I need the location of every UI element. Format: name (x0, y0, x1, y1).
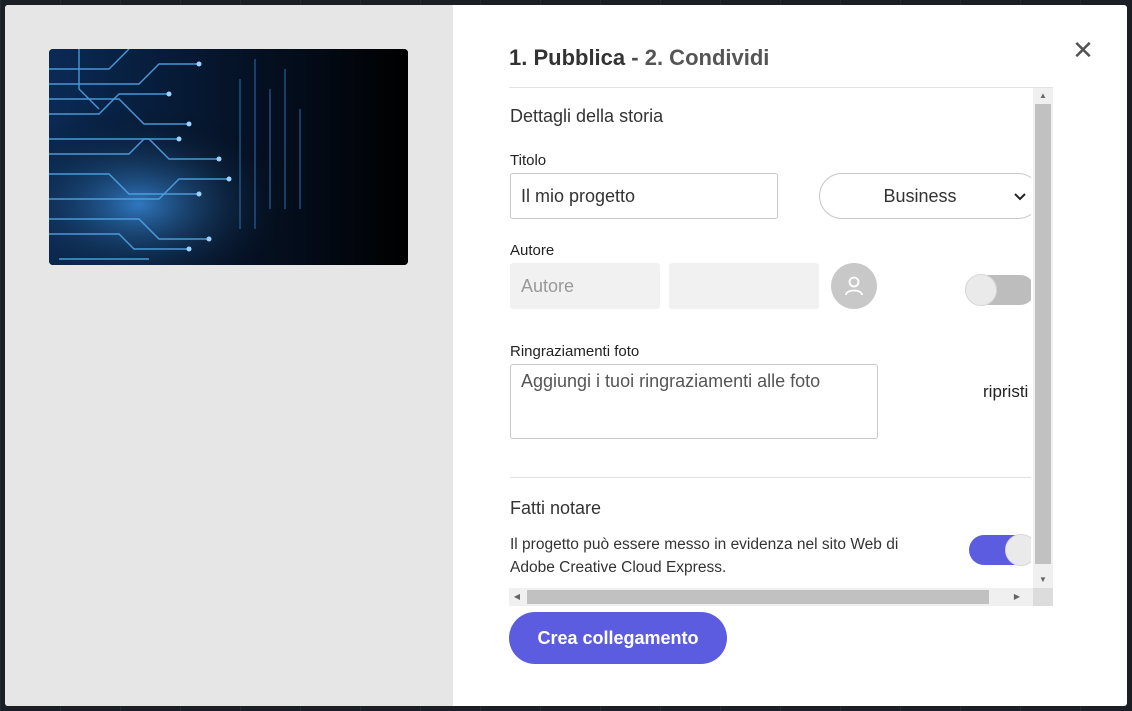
project-thumbnail (49, 49, 408, 265)
details-scroll-area[interactable]: Dettagli della storia Titolo Il mio prog… (509, 87, 1053, 606)
publish-share-dialog: ✕ 1. Pubblica - 2. Condividi Dettagli de… (5, 5, 1127, 706)
section-divider (510, 477, 1031, 478)
photo-credits-textarea[interactable]: Aggiungi i tuoi ringraziamenti alle foto (510, 364, 878, 439)
close-icon[interactable]: ✕ (1071, 38, 1095, 64)
featured-description: Il progetto può essere messo in evidenza… (510, 536, 899, 576)
author-input[interactable]: Autore (510, 263, 660, 309)
story-details-title: Dettagli della storia (510, 106, 664, 126)
vertical-scroll-thumb[interactable] (1035, 104, 1051, 564)
horizontal-scroll-thumb[interactable] (527, 590, 989, 604)
scrollbar-corner (1033, 588, 1053, 606)
author-visibility-toggle[interactable] (965, 274, 1031, 306)
category-value: Business (883, 185, 957, 206)
step-share: 2. Condividi (644, 45, 770, 70)
vertical-scrollbar[interactable]: ▲ ▼ (1033, 88, 1053, 588)
scroll-left-icon[interactable]: ◀ (509, 588, 525, 606)
title-input[interactable]: Il mio progetto (510, 173, 778, 219)
author-secondary-input[interactable] (669, 263, 819, 309)
step-publish: 1. Pubblica (509, 45, 626, 70)
toggle-knob (1005, 534, 1031, 566)
create-link-button[interactable]: Crea collegamento (509, 612, 727, 664)
step-separator: - (625, 45, 645, 70)
scroll-up-icon[interactable]: ▲ (1033, 88, 1053, 104)
reset-link[interactable]: ripristi (983, 382, 1028, 402)
scroll-right-icon[interactable]: ▶ (1009, 588, 1025, 606)
scroll-down-icon[interactable]: ▼ (1033, 572, 1053, 588)
preview-pane (5, 5, 453, 706)
toggle-knob (965, 274, 997, 306)
photo-credits-label: Ringraziamenti foto (510, 343, 640, 360)
dialog-title: 1. Pubblica - 2. Condividi (509, 45, 769, 71)
user-icon[interactable] (831, 263, 877, 309)
horizontal-scrollbar[interactable]: ◀ ▶ (509, 588, 1033, 606)
details-form: Dettagli della storia Titolo Il mio prog… (509, 88, 1031, 588)
featured-title: Fatti notare (510, 498, 602, 518)
title-label: Titolo (510, 152, 547, 169)
chevron-down-icon (1000, 188, 1031, 204)
featured-toggle[interactable] (969, 534, 1031, 566)
author-label: Autore (510, 242, 555, 259)
category-select[interactable]: Business (819, 173, 1031, 219)
